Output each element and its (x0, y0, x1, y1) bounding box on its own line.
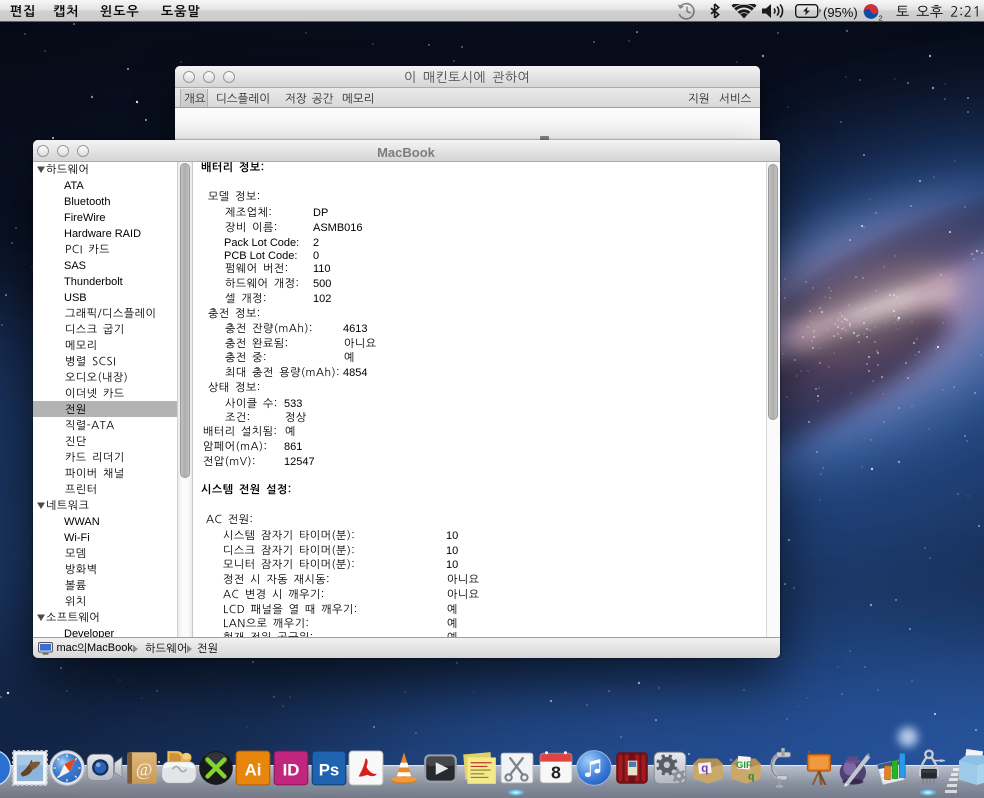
svg-text:q: q (748, 771, 754, 783)
svg-text:GIF: GIF (736, 760, 752, 771)
svg-text:Ai: Ai (245, 760, 262, 779)
svg-text:@: @ (136, 759, 152, 779)
svg-text:8: 8 (551, 763, 561, 783)
svg-text:8: 8 (551, 793, 561, 798)
svg-text:ID: ID (283, 760, 300, 779)
svg-text:Ps: Ps (319, 760, 340, 779)
svg-text:q: q (701, 763, 708, 775)
svg-text:q: q (748, 793, 754, 798)
svg-text:2: 2 (879, 14, 883, 22)
